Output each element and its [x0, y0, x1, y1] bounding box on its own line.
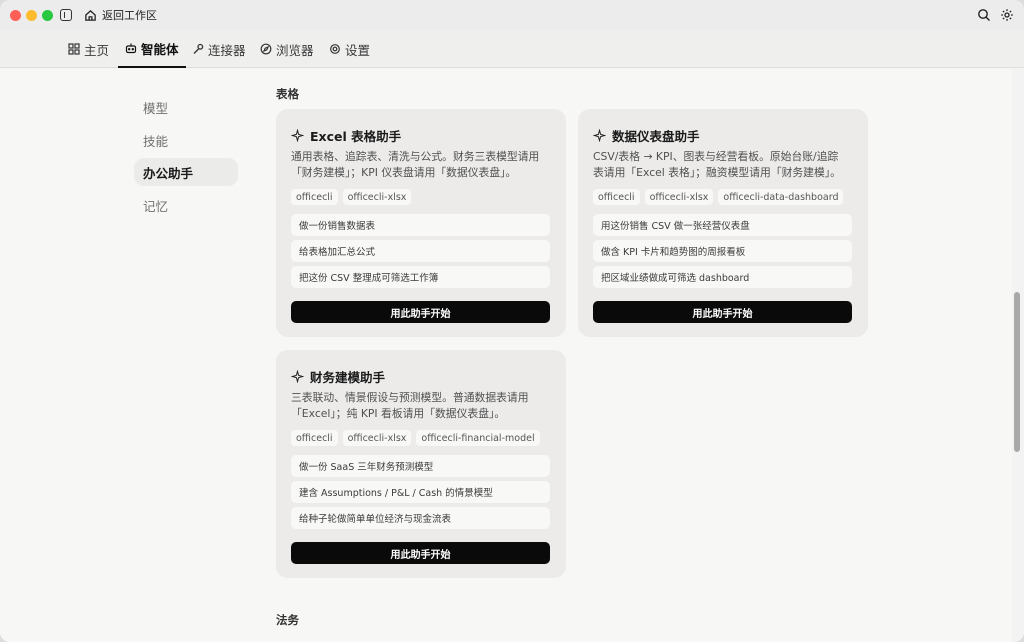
example-prompt[interactable]: 把区域业绩做成可筛选 dashboard: [593, 266, 852, 288]
tag: officecli-financial-model: [416, 430, 540, 446]
tag: officecli-xlsx: [342, 430, 412, 446]
card-description-line: 三表联动、情景假设与预测模型。普通数据表请用: [291, 391, 529, 404]
tab-browser[interactable]: 浏览器: [260, 30, 314, 68]
tag: officecli-data-dashboard: [718, 189, 844, 205]
example-prompt[interactable]: 做含 KPI 卡片和趋势图的周报看板: [593, 240, 852, 262]
tag: officecli: [291, 430, 338, 446]
tab-home-label: 主页: [84, 42, 110, 58]
sidebar-item-label: 记忆: [143, 198, 169, 214]
sidebar-item-skills[interactable]: 技能: [134, 126, 238, 154]
example-prompt[interactable]: 做一份 SaaS 三年财务预测模型: [291, 455, 550, 477]
tab-agents-label: 智能体: [141, 41, 179, 57]
assistant-card-financial-model: 财务建模助手 三表联动、情景假设与预测模型。普通数据表请用 「Excel」；纯 …: [276, 350, 566, 578]
app-window: 返回工作区 主页 智能体 连接器 浏览器 设置 模型 技能 办公助手 记忆 表格…: [0, 0, 1024, 642]
card-title: Excel 表格助手: [310, 129, 402, 144]
back-to-workspace-label: 返回工作区: [102, 9, 157, 22]
card-header: Excel 表格助手: [291, 126, 401, 145]
card-description: CSV/表格 → KPI、图表与经营看板。原始台账/追踪 表请用「Excel 表…: [593, 149, 855, 181]
card-title: 数据仪表盘助手: [612, 129, 700, 144]
settings-gear-icon: [330, 44, 340, 54]
titlebar: 返回工作区: [0, 0, 1024, 30]
card-description-line: CSV/表格 → KPI、图表与经营看板。原始台账/追踪: [593, 150, 839, 163]
card-description-line: 表请用「Excel 表格」；融资模型请用「财务建模」。: [593, 166, 841, 179]
card-description-line: 通用表格、追踪表、清洗与公式。财务三表模型请用: [291, 150, 540, 163]
tab-browser-label: 浏览器: [276, 42, 314, 58]
card-header: 数据仪表盘助手: [593, 126, 700, 145]
sidebar-item-office-assistant[interactable]: 办公助手: [134, 158, 238, 186]
tab-agents[interactable]: 智能体: [118, 30, 186, 68]
card-title: 财务建模助手: [310, 370, 386, 385]
card-description-line: 「Excel」；纯 KPI 看板请用「数据仪表盘」。: [291, 407, 506, 420]
section-title-legal: 法务: [276, 613, 299, 627]
section-title-sheets: 表格: [276, 87, 299, 101]
card-description: 三表联动、情景假设与预测模型。普通数据表请用 「Excel」；纯 KPI 看板请…: [291, 390, 553, 422]
tag-list: officecli officecli-xlsx officecli-finan…: [291, 430, 540, 446]
zoom-window-button[interactable]: [42, 10, 53, 21]
minimize-window-button[interactable]: [26, 10, 37, 21]
back-to-workspace-button[interactable]: 返回工作区: [84, 7, 157, 23]
tag-list: officecli officecli-xlsx officecli-data-…: [593, 189, 844, 205]
sparkle-icon: [593, 129, 606, 142]
example-prompt[interactable]: 给种子轮做简单单位经济与现金流表: [291, 507, 550, 529]
sidebar-toggle-icon[interactable]: [60, 9, 72, 21]
tab-connectors-label: 连接器: [208, 42, 246, 58]
sparkle-icon: [291, 129, 304, 142]
card-description: 通用表格、追踪表、清洗与公式。财务三表模型请用 「财务建模」；KPI 仪表盘请用…: [291, 149, 553, 181]
gear-icon[interactable]: [1000, 8, 1014, 22]
robot-icon: [125, 43, 137, 54]
sidebar-item-label: 技能: [143, 133, 169, 149]
tag: officecli: [593, 189, 640, 205]
home-icon: [85, 9, 96, 21]
card-header: 财务建模助手: [291, 367, 385, 386]
tab-home[interactable]: 主页: [68, 30, 109, 68]
scrollbar-thumb[interactable]: [1014, 292, 1020, 452]
tab-settings-label: 设置: [345, 42, 371, 58]
sparkle-icon: [291, 370, 304, 383]
start-with-assistant-button[interactable]: 用此助手开始: [593, 301, 852, 323]
compass-icon: [260, 43, 272, 55]
start-with-assistant-button[interactable]: 用此助手开始: [291, 542, 550, 564]
tag-list: officecli officecli-xlsx: [291, 189, 412, 205]
card-description-line: 「财务建模」；KPI 仪表盘请用「数据仪表盘」。: [291, 166, 517, 179]
sidebar-item-label: 办公助手: [143, 165, 194, 181]
example-prompt[interactable]: 做一份销售数据表: [291, 214, 550, 236]
sidebar-item-models[interactable]: 模型: [134, 93, 238, 121]
start-with-assistant-button[interactable]: 用此助手开始: [291, 301, 550, 323]
assistant-card-dashboard: 数据仪表盘助手 CSV/表格 → KPI、图表与经营看板。原始台账/追踪 表请用…: [578, 109, 868, 337]
tag: officecli: [291, 189, 338, 205]
example-prompt[interactable]: 建含 Assumptions / P&L / Cash 的情景模型: [291, 481, 550, 503]
tab-connectors[interactable]: 连接器: [192, 30, 246, 68]
tag: officecli-xlsx: [644, 189, 714, 205]
top-nav: 主页 智能体 连接器 浏览器 设置: [0, 30, 1024, 68]
assistant-card-excel: Excel 表格助手 通用表格、追踪表、清洗与公式。财务三表模型请用 「财务建模…: [276, 109, 566, 337]
wrench-icon: [193, 43, 204, 54]
search-icon[interactable]: [977, 8, 991, 22]
tab-settings[interactable]: 设置: [329, 30, 370, 68]
example-prompt[interactable]: 给表格加汇总公式: [291, 240, 550, 262]
sidebar-item-memory[interactable]: 记忆: [134, 191, 238, 219]
example-prompt[interactable]: 把这份 CSV 整理成可筛选工作簿: [291, 266, 550, 288]
close-window-button[interactable]: [10, 10, 21, 21]
sidebar-item-label: 模型: [143, 100, 169, 116]
example-prompt[interactable]: 用这份销售 CSV 做一张经营仪表盘: [593, 214, 852, 236]
grid-icon: [68, 43, 80, 55]
tag: officecli-xlsx: [342, 189, 412, 205]
